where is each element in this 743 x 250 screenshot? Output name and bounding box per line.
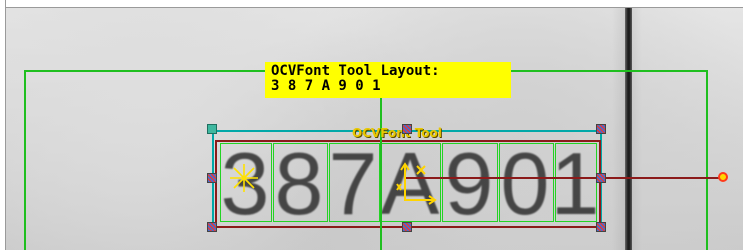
- char-box-2[interactable]: [329, 143, 380, 222]
- center-vertical-line: [380, 98, 382, 250]
- tool-layout-label: OCVFont Tool Layout: 3 8 7 A 9 0 1: [265, 62, 511, 98]
- char-box-6[interactable]: [555, 143, 597, 222]
- orientation-axis-line[interactable]: [405, 177, 723, 179]
- viewer-top-border: [0, 0, 743, 8]
- char-box-4[interactable]: [442, 143, 498, 222]
- viewer-left-border: [0, 0, 6, 250]
- resize-handle-bottom[interactable]: [402, 222, 412, 232]
- star-marker-icon[interactable]: [229, 163, 259, 193]
- coordinate-axes-icon[interactable]: [395, 160, 440, 210]
- char-box-1[interactable]: [273, 143, 328, 222]
- resize-handle-top-left[interactable]: [207, 124, 217, 134]
- axis-endpoint-icon[interactable]: [718, 172, 728, 182]
- tool-layout-string: 3 8 7 A 9 0 1: [271, 78, 381, 94]
- tool-layout-title: OCVFont Tool Layout:: [271, 63, 440, 79]
- resize-handle-left[interactable]: [207, 173, 217, 183]
- resize-handle-top-right[interactable]: [596, 124, 606, 134]
- resize-handle-bottom-left[interactable]: [207, 222, 217, 232]
- resize-handle-bottom-right[interactable]: [596, 222, 606, 232]
- resize-handle-top[interactable]: [402, 124, 412, 134]
- ocvfont-tool-label: OCVFont Tool: [352, 126, 442, 140]
- image-viewer[interactable]: 3 8 7 A 9 0 1 OCVFont Tool OCVFont Tool …: [0, 0, 743, 250]
- resize-handle-right[interactable]: [596, 173, 606, 183]
- char-box-5[interactable]: [499, 143, 554, 222]
